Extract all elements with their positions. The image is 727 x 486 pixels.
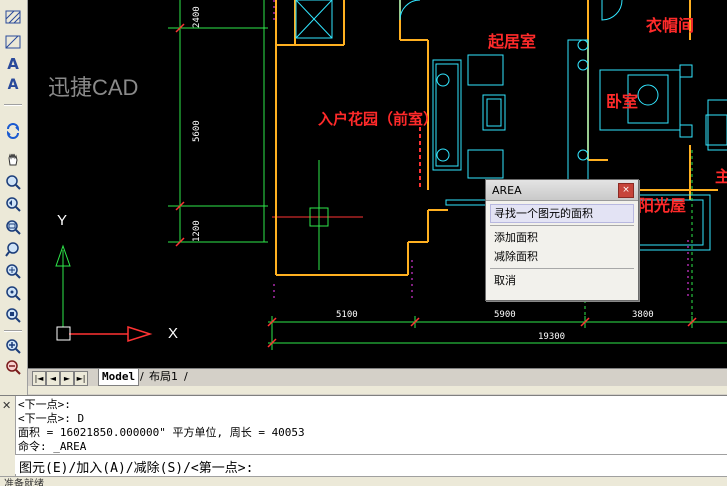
hatch-icon[interactable] (3, 8, 23, 26)
command-prompt: 图元(E)/加入(A)/减除(S)/<第一点>: (19, 461, 254, 476)
layout-tab-bar: |◄ ◄ ► ►| Model / 布局1 / (28, 368, 727, 388)
zoom-window-icon[interactable] (3, 218, 23, 236)
room-label-cloakroom: 衣帽间 (646, 16, 695, 35)
room-label-garden: 入户花园（前室） (318, 110, 439, 128)
zoom-out-icon[interactable] (3, 358, 23, 376)
watermark-logo: 迅捷CAD (48, 75, 139, 100)
area-menu-title-text: AREA (492, 183, 522, 197)
dim-1200: 1200 (192, 220, 202, 242)
close-icon[interactable]: ✕ (2, 399, 11, 412)
tab-last-button[interactable]: ►| (74, 371, 88, 386)
zoom-realtime-icon[interactable] (3, 173, 23, 191)
menu-item-add-area[interactable]: 添加面积 (486, 228, 638, 247)
room-label-sunroom: 阳光屋 (638, 196, 687, 215)
text-icon[interactable] (3, 33, 23, 51)
zoom-center-icon[interactable] (3, 284, 23, 302)
tab-first-button[interactable]: |◄ (32, 371, 46, 386)
tab-separator: / (140, 370, 144, 383)
dim-5900: 5900 (494, 310, 516, 320)
menu-item-find-entity-area[interactable]: 寻找一个图元的面积 (490, 204, 634, 223)
horizontal-scrollbar[interactable] (28, 386, 727, 394)
mtext-icon[interactable]: A (3, 55, 23, 73)
command-window-grip[interactable]: ✕ (0, 396, 16, 476)
ucs-x-label: X (168, 325, 179, 342)
text-single-icon[interactable]: A (3, 76, 23, 94)
tab-layout1[interactable]: 布局1 (146, 369, 181, 385)
menu-item-subtract-area[interactable]: 减除面积 (486, 247, 638, 266)
ucs-y-label: Y (57, 212, 68, 229)
close-icon[interactable]: × (618, 183, 634, 198)
menu-item-cancel[interactable]: 取消 (486, 271, 638, 290)
zoom-dynamic-icon[interactable] (3, 240, 23, 258)
area-popup-menu: AREA × 寻找一个图元的面积 添加面积 减除面积 取消 (485, 179, 639, 301)
tab-separator: / (184, 370, 188, 383)
dim-5100: 5100 (336, 310, 358, 320)
toolbar-separator (4, 104, 22, 106)
dim-2400: 2400 (192, 6, 202, 28)
room-label-living: 起居室 (488, 32, 537, 51)
tab-prev-button[interactable]: ◄ (46, 371, 60, 386)
command-input[interactable]: 图元(E)/加入(A)/减除(S)/<第一点>: (15, 454, 727, 476)
menu-separator (490, 268, 634, 269)
tab-next-button[interactable]: ► (60, 371, 74, 386)
pan-icon[interactable] (3, 150, 23, 168)
tab-model[interactable]: Model (98, 369, 140, 386)
zoom-scale-icon[interactable] (3, 262, 23, 280)
menu-separator (490, 225, 634, 226)
left-toolbar: A A (0, 0, 28, 395)
dim-3800: 3800 (632, 310, 654, 320)
toolbar-separator (4, 330, 22, 332)
area-menu-title: AREA × (486, 180, 638, 201)
regen-icon[interactable] (3, 122, 23, 140)
room-label-bedroom: 卧室 (606, 92, 639, 111)
zoom-previous-icon[interactable] (3, 195, 23, 213)
room-label-master: 主 (715, 167, 727, 186)
command-window: ✕ <下一点>: <下一点>: D 面积 = 16021850.000000" … (0, 395, 727, 476)
command-history-line: 命令: _AREA (18, 440, 87, 453)
dim-19300: 19300 (538, 332, 566, 342)
dim-5600: 5600 (192, 120, 202, 142)
zoom-in-icon[interactable] (3, 337, 23, 355)
zoom-object-icon[interactable] (3, 306, 23, 324)
